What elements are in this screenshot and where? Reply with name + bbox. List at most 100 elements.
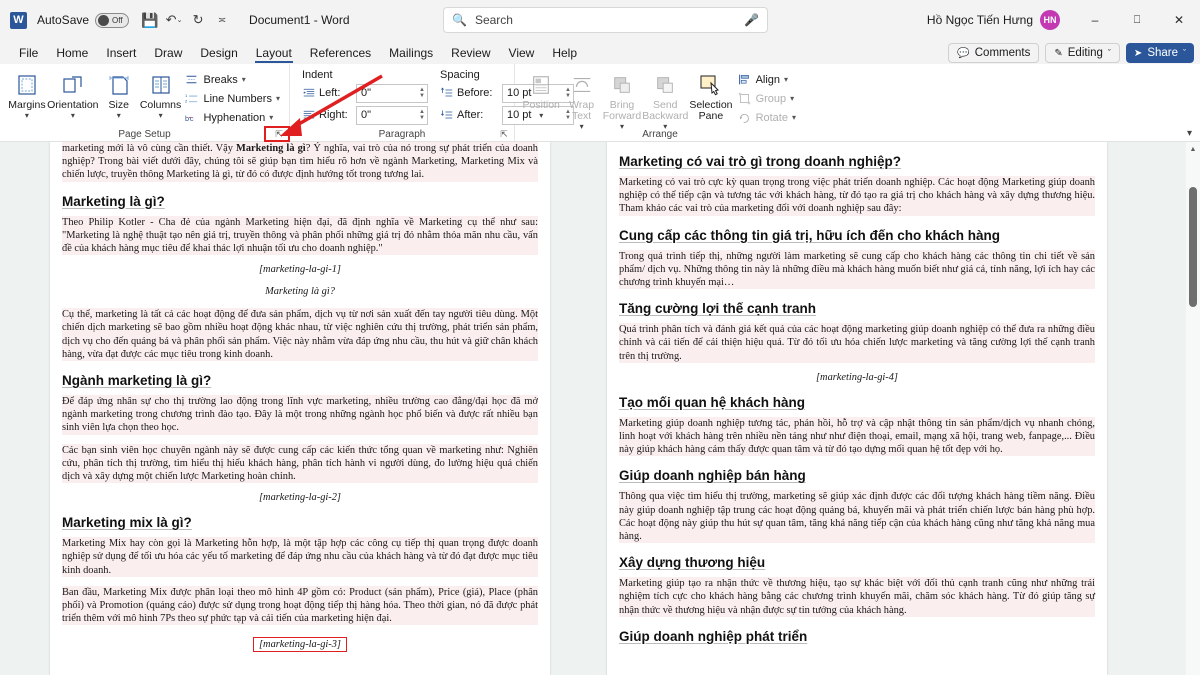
autosave-toggle[interactable]: Off bbox=[95, 12, 130, 28]
comment-icon: 💬 bbox=[957, 47, 970, 59]
document-paragraph: Trong quá trình tiếp thị, những người là… bbox=[619, 249, 1096, 290]
share-icon: ➤ bbox=[1133, 47, 1143, 59]
tab-home[interactable]: Home bbox=[47, 46, 97, 64]
pencil-icon: ✎ bbox=[1054, 47, 1063, 59]
scroll-up-arrow[interactable]: ▲ bbox=[1186, 142, 1200, 156]
document-paragraph: Ban đầu, Marketing Mix được phân loại th… bbox=[62, 585, 538, 626]
rotate-label: Rotate bbox=[755, 111, 788, 124]
breaks-button[interactable]: Breaks ▾ bbox=[181, 70, 283, 89]
indent-header: Indent bbox=[302, 69, 333, 81]
page-setup-group-label: Page Setup bbox=[118, 129, 171, 140]
tab-help[interactable]: Help bbox=[543, 46, 586, 64]
indent-left-input[interactable]: 0" ▲ ▼ bbox=[356, 83, 428, 103]
align-icon bbox=[737, 73, 752, 86]
close-button[interactable]: ✕ bbox=[1158, 0, 1200, 40]
document-title: Document1 - Word bbox=[249, 13, 350, 27]
redo-icon[interactable]: ↻ bbox=[187, 9, 209, 31]
comments-button[interactable]: 💬 Comments bbox=[948, 43, 1040, 63]
hyphenation-button[interactable]: bc Hyphenation ▾ bbox=[181, 108, 283, 127]
tab-review[interactable]: Review bbox=[442, 46, 499, 64]
document-caption: [marketing-la-gi-2] bbox=[259, 492, 341, 504]
svg-text:2: 2 bbox=[185, 99, 188, 104]
document-paragraph: Theo Philip Kotler - Cha đẻ của ngành Ma… bbox=[62, 215, 538, 256]
group-button[interactable]: Group ▾ bbox=[734, 89, 799, 108]
word-logo-icon: W bbox=[10, 11, 27, 29]
indent-right-value: 0" bbox=[361, 109, 372, 121]
tab-draw[interactable]: Draw bbox=[145, 46, 191, 64]
align-button[interactable]: Align ▾ bbox=[734, 70, 799, 89]
tab-view[interactable]: View bbox=[500, 46, 544, 64]
ribbon-group-page-setup: Margins ▾ Orientation ▾ Size ▾ Columns ▾… bbox=[0, 64, 290, 142]
document-heading: Giúp doanh nghiệp bán hàng bbox=[619, 468, 806, 484]
chevron-down-icon: ▾ bbox=[70, 111, 75, 120]
breaks-label: Breaks bbox=[203, 73, 238, 86]
tab-mailings[interactable]: Mailings bbox=[380, 46, 442, 64]
indent-right-input[interactable]: 0" ▲ ▼ bbox=[356, 105, 428, 125]
indent-left-value: 0" bbox=[361, 87, 372, 99]
rotate-button[interactable]: Rotate ▾ bbox=[734, 108, 799, 127]
paragraph-group-label: Paragraph bbox=[378, 129, 426, 140]
tab-file[interactable]: File bbox=[10, 46, 47, 64]
document-heading: Ngành marketing là gì? bbox=[62, 373, 212, 389]
editing-label: Editing bbox=[1067, 47, 1103, 59]
columns-icon bbox=[149, 70, 173, 100]
document-paragraph: Thông qua việc tìm hiểu thị trường, mark… bbox=[619, 490, 1095, 544]
line-numbers-button[interactable]: 12 Line Numbers ▾ bbox=[181, 89, 283, 108]
chevron-down-icon: ▾ bbox=[241, 75, 246, 84]
document-paragraph: marketing mới là vô cùng cần thiết. Vậy … bbox=[62, 142, 538, 182]
document-caption: Marketing là gì? bbox=[265, 286, 335, 298]
wrap-text-label: Wrap Text bbox=[569, 99, 595, 122]
document-caption-highlighted: [marketing-la-gi-3] bbox=[253, 637, 347, 653]
save-icon[interactable]: 💾 bbox=[139, 9, 161, 31]
collapse-ribbon-icon[interactable]: ▾ bbox=[1187, 128, 1192, 139]
document-heading: Tăng cường lợi thế cạnh tranh bbox=[619, 301, 816, 317]
vertical-scrollbar[interactable]: ▲ bbox=[1186, 142, 1200, 675]
comments-label: Comments bbox=[974, 47, 1031, 59]
indent-right-row: Right: 0" ▲ ▼ bbox=[302, 105, 428, 125]
svg-text:1: 1 bbox=[185, 93, 188, 98]
spacing-before-label: Before: bbox=[457, 87, 493, 99]
document-heading: Cung cấp các thông tin giá trị, hữu ích … bbox=[619, 227, 1001, 243]
document-canvas[interactable]: marketing mới là vô cùng cần thiết. Vậy … bbox=[0, 142, 1200, 675]
tab-references[interactable]: References bbox=[301, 46, 380, 64]
document-page-left[interactable]: marketing mới là vô cùng cần thiết. Vậy … bbox=[50, 142, 550, 675]
restore-button[interactable]: ⎕ bbox=[1116, 0, 1158, 40]
search-input[interactable]: 🔍 Search 🎤 bbox=[443, 7, 768, 33]
customize-quick-access-icon[interactable]: ≍ bbox=[211, 9, 233, 31]
annotation-highlight-box bbox=[264, 126, 290, 142]
position-label: Position bbox=[522, 99, 560, 111]
chevron-down-icon: ▾ bbox=[791, 113, 796, 122]
spinner-arrows[interactable]: ▲ ▼ bbox=[419, 85, 425, 102]
orientation-icon bbox=[61, 70, 85, 100]
editing-button[interactable]: ✎ Editing ˇ bbox=[1045, 43, 1120, 63]
document-paragraph: Marketing Mix hay còn gọi là Marketing h… bbox=[62, 537, 538, 577]
arrange-group-label: Arrange bbox=[642, 129, 678, 140]
spinner-arrows[interactable]: ▲ ▼ bbox=[419, 107, 425, 124]
send-backward-icon bbox=[654, 70, 676, 100]
window-controls-area: Hồ Ngọc Tiến Hưng HN – ⎕ ✕ bbox=[927, 0, 1200, 40]
share-button[interactable]: ➤ Share ˇ bbox=[1125, 43, 1194, 63]
tab-design[interactable]: Design bbox=[191, 46, 246, 64]
chevron-down-icon: ▾ bbox=[269, 113, 274, 122]
microphone-icon[interactable]: 🎤 bbox=[744, 13, 759, 27]
tab-layout[interactable]: Layout bbox=[247, 46, 301, 64]
undo-icon[interactable]: ↶ ⌄ bbox=[163, 9, 185, 31]
indent-left-row: Left: 0" ▲ ▼ bbox=[302, 83, 428, 103]
document-paragraph: Các bạn sinh viên học chuyên ngành này s… bbox=[62, 443, 538, 484]
minimize-button[interactable]: – bbox=[1074, 0, 1116, 40]
ribbon-group-arrange: Position ▾ Wrap Text ▾ Bring Forward ▾ S… bbox=[515, 64, 805, 142]
tab-insert[interactable]: Insert bbox=[97, 46, 145, 64]
document-page-right[interactable]: Marketing có vai trò gì trong doanh nghi… bbox=[607, 142, 1107, 675]
share-label: Share bbox=[1147, 47, 1178, 59]
chevron-down-icon: ˇ bbox=[1183, 48, 1186, 58]
group-label: Group bbox=[755, 92, 787, 105]
scrollbar-thumb[interactable] bbox=[1189, 187, 1197, 307]
document-heading: Marketing là gì? bbox=[62, 193, 165, 209]
line-numbers-label: Line Numbers bbox=[203, 92, 272, 105]
hyphenation-icon: bc bbox=[184, 111, 199, 124]
spacing-before-icon bbox=[440, 87, 454, 99]
paragraph-dialog-launcher[interactable]: ⇱ bbox=[498, 128, 510, 140]
avatar[interactable]: HN bbox=[1040, 10, 1060, 30]
ribbon-actions: 💬 Comments ✎ Editing ˇ ➤ Share ˇ bbox=[948, 43, 1194, 63]
document-caption: [marketing-la-gi-4] bbox=[816, 371, 898, 383]
